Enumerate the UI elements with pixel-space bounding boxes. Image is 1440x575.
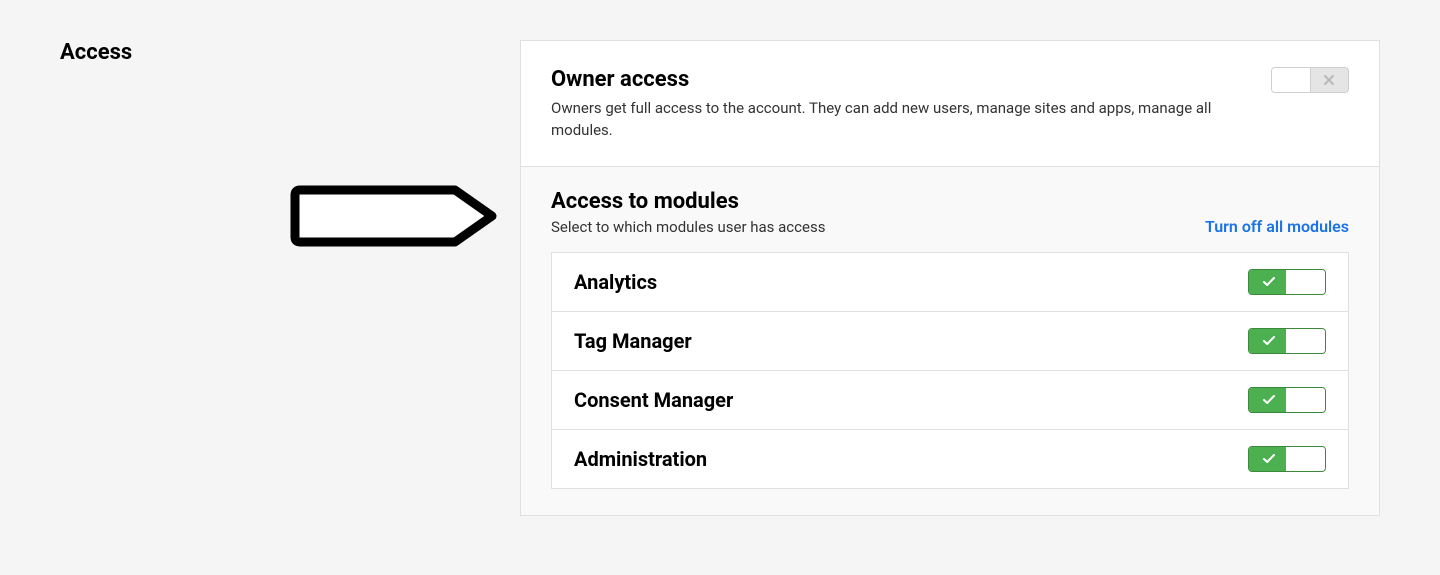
module-row-tag-manager: Tag Manager: [552, 312, 1348, 371]
left-column: Access: [60, 40, 500, 516]
module-name: Analytics: [574, 270, 657, 294]
check-icon: [1249, 329, 1288, 353]
x-icon: [1309, 68, 1348, 92]
module-name: Consent Manager: [574, 388, 733, 412]
toggle-knob: [1286, 329, 1325, 353]
section-title: Access: [60, 40, 500, 65]
module-name: Administration: [574, 447, 707, 471]
module-toggle-administration[interactable]: [1248, 446, 1326, 472]
modules-header: Access to modules Select to which module…: [551, 189, 1349, 236]
module-rows: Analytics Tag Manager: [551, 252, 1349, 489]
check-icon: [1249, 388, 1288, 412]
owner-access-text: Owner access Owners get full access to t…: [551, 67, 1241, 142]
module-toggle-consent-manager[interactable]: [1248, 387, 1326, 413]
check-icon: [1249, 270, 1288, 294]
owner-access-block: Owner access Owners get full access to t…: [521, 41, 1379, 166]
toggle-knob: [1286, 270, 1325, 294]
access-settings-panel: Access Owner access Owners get full acce…: [0, 0, 1440, 556]
toggle-knob: [1272, 68, 1311, 92]
module-toggle-tag-manager[interactable]: [1248, 328, 1326, 354]
access-card: Owner access Owners get full access to t…: [520, 40, 1380, 516]
owner-access-description: Owners get full access to the account. T…: [551, 98, 1231, 142]
owner-access-toggle[interactable]: [1271, 67, 1349, 93]
module-row-administration: Administration: [552, 430, 1348, 488]
check-icon: [1249, 447, 1288, 471]
modules-block: Access to modules Select to which module…: [521, 166, 1379, 515]
owner-access-title: Owner access: [551, 67, 1241, 92]
module-name: Tag Manager: [574, 329, 692, 353]
module-row-consent-manager: Consent Manager: [552, 371, 1348, 430]
modules-subtitle: Select to which modules user has access: [551, 218, 825, 236]
turn-off-all-link[interactable]: Turn off all modules: [1205, 217, 1349, 236]
modules-title: Access to modules: [551, 189, 825, 214]
module-toggle-analytics[interactable]: [1248, 269, 1326, 295]
toggle-knob: [1286, 388, 1325, 412]
modules-header-text: Access to modules Select to which module…: [551, 189, 825, 236]
module-row-analytics: Analytics: [552, 253, 1348, 312]
toggle-knob: [1286, 447, 1325, 471]
pointer-tag-icon: [290, 185, 500, 247]
